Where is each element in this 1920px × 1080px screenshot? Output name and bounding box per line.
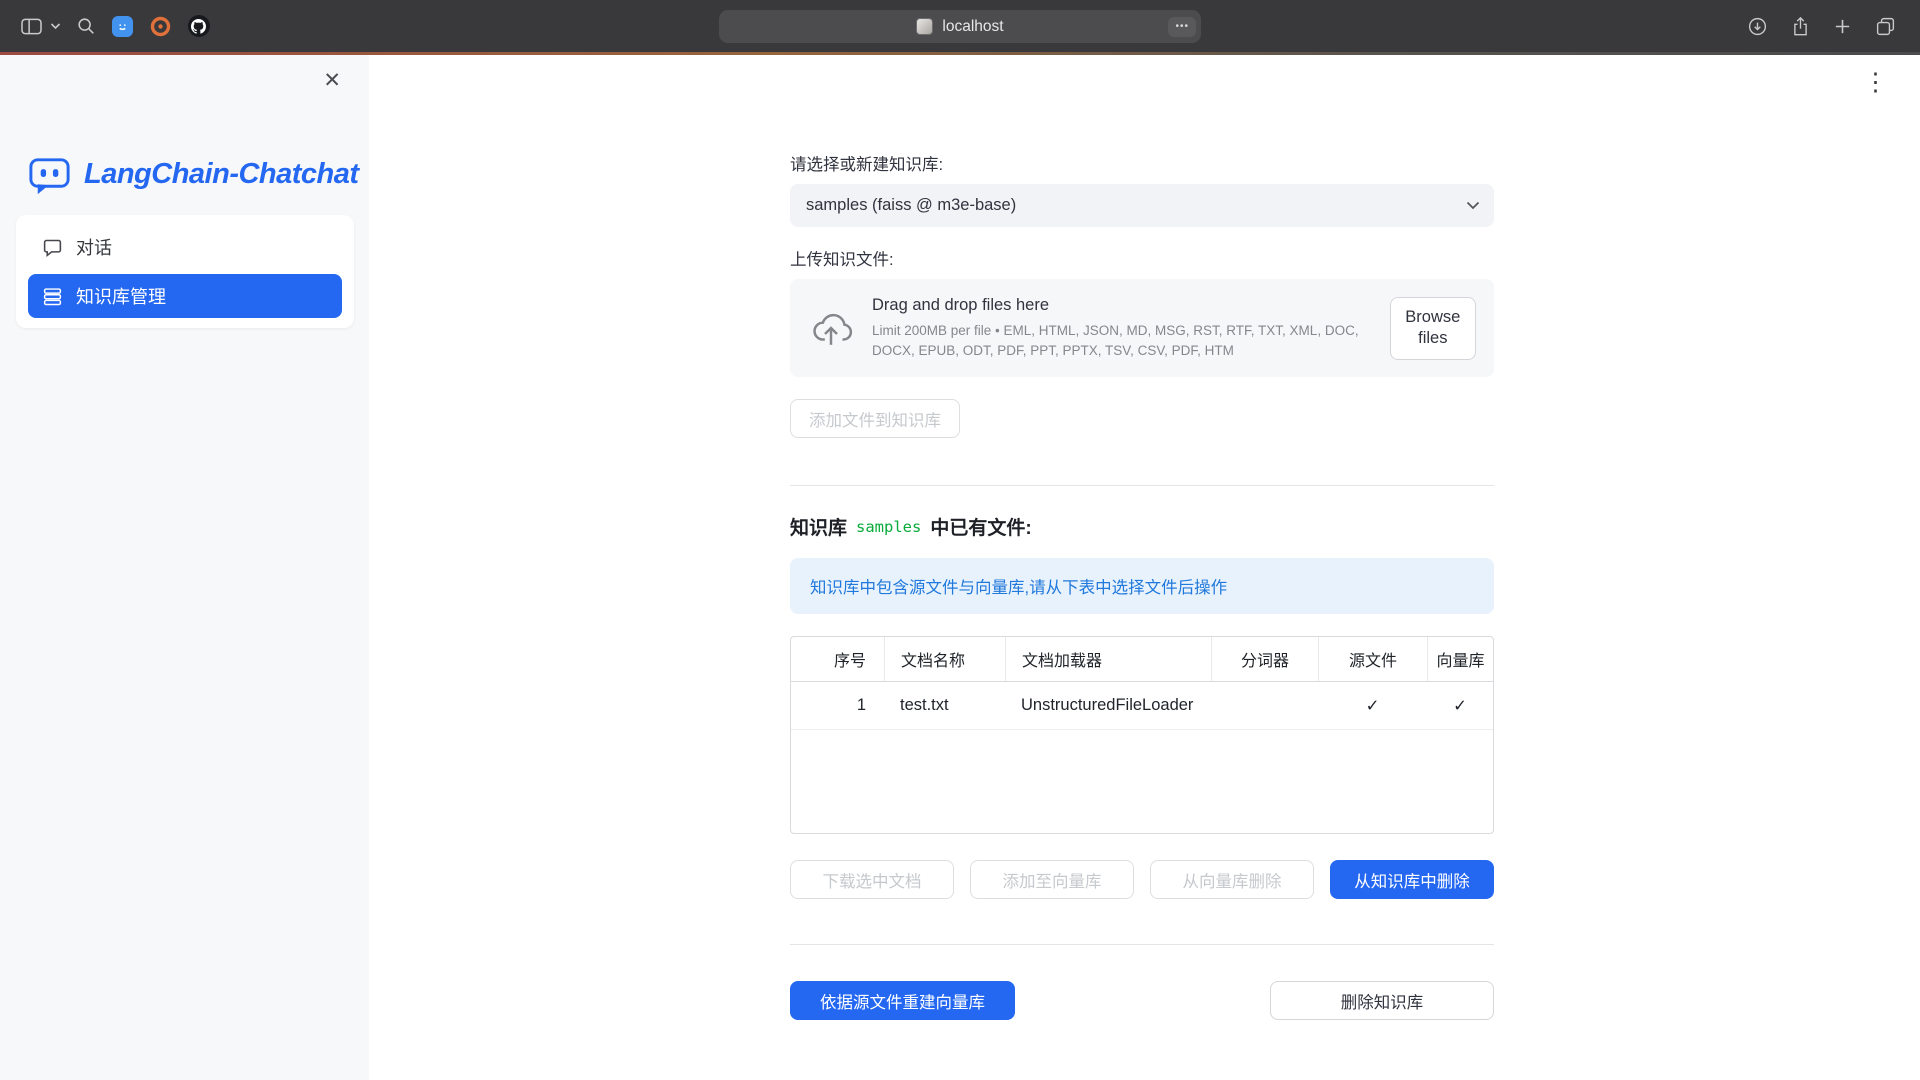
download-selected-button[interactable]: 下载选中文档	[790, 860, 954, 899]
toolbar-left-group	[0, 15, 210, 38]
pinned-tab-orange-icon[interactable]	[149, 15, 172, 38]
main-area: ⋮ 请选择或新建知识库: samples (faiss @ m3e-base) …	[369, 55, 1920, 1080]
info-alert-text: 知识库中包含源文件与向量库,请从下表中选择文件后操作	[810, 579, 1227, 597]
file-uploader-dropzone[interactable]: Drag and drop files here Limit 200MB per…	[790, 279, 1494, 377]
logo-chat-bubble-icon	[26, 151, 73, 198]
browser-toolbar: localhost •••	[0, 0, 1920, 52]
share-button[interactable]	[1791, 16, 1810, 37]
kb-name-code: samples	[856, 518, 921, 536]
cell-index: 1	[791, 682, 884, 729]
table-header: 文档加载器	[1005, 637, 1211, 681]
dropzone-title: Drag and drop files here	[872, 296, 1372, 315]
sidebar-item-dialogue[interactable]: 对话	[28, 225, 342, 269]
search-icon[interactable]	[76, 16, 96, 36]
menu-label: 对话	[76, 234, 112, 260]
chat-icon	[42, 237, 63, 258]
main-menu-kebab-icon[interactable]: ⋮	[1857, 69, 1894, 96]
table-row[interactable]: 1 test.txt UnstructuredFileLoader ✓ ✓	[791, 682, 1493, 730]
app-logo: LangChain-Chatchat	[26, 151, 359, 198]
cell-source-check: ✓	[1318, 682, 1427, 729]
cell-loader: UnstructuredFileLoader	[1005, 682, 1211, 729]
rebuild-vector-button[interactable]: 依据源文件重建向量库	[790, 981, 1015, 1020]
chevron-down-icon	[1466, 201, 1480, 210]
new-tab-button[interactable]	[1833, 17, 1852, 36]
pinned-tab-blue-icon[interactable]	[111, 15, 134, 38]
chevron-down-icon[interactable]	[50, 22, 61, 30]
cloud-upload-icon	[808, 308, 854, 348]
cell-doc-name: test.txt	[884, 682, 1005, 729]
address-url: localhost	[942, 18, 1003, 36]
table-empty-area	[791, 730, 1493, 833]
database-icon	[42, 286, 63, 307]
cell-vector-check: ✓	[1427, 682, 1493, 729]
delete-from-kb-button[interactable]: 从知识库中删除	[1330, 860, 1494, 899]
browse-files-button[interactable]: Browse files	[1390, 297, 1476, 360]
dropzone-limit: Limit 200MB per file • EML, HTML, JSON, …	[872, 321, 1372, 360]
kb-actions-row: 依据源文件重建向量库 删除知识库	[790, 981, 1494, 1020]
delete-from-vector-button[interactable]: 从向量库删除	[1150, 860, 1314, 899]
kb-select-label: 请选择或新建知识库:	[790, 151, 1494, 175]
close-icon[interactable]: ✕	[317, 69, 347, 92]
main-content: 请选择或新建知识库: samples (faiss @ m3e-base) 上传…	[790, 55, 1494, 1020]
kb-select-value: samples (faiss @ m3e-base)	[806, 196, 1016, 215]
files-table: 序号 文档名称 文档加载器 分词器 源文件 向量库 1 test.txt Uns…	[790, 636, 1494, 834]
add-to-vector-button[interactable]: 添加至向量库	[970, 860, 1134, 899]
tab-overview-button[interactable]	[1875, 16, 1896, 37]
add-files-button[interactable]: 添加文件到知识库	[790, 399, 960, 438]
address-bar[interactable]: localhost •••	[719, 10, 1201, 43]
cell-splitter	[1211, 682, 1318, 729]
info-alert: 知识库中包含源文件与向量库,请从下表中选择文件后操作	[790, 558, 1494, 614]
sidebar-item-kb-management[interactable]: 知识库管理	[28, 274, 342, 318]
files-heading-prefix: 知识库	[790, 513, 847, 540]
dropzone-text: Drag and drop files here Limit 200MB per…	[872, 296, 1372, 360]
table-header: 文档名称	[884, 637, 1005, 681]
table-header: 源文件	[1318, 637, 1427, 681]
sidebar: ✕ LangChain-Chatchat 对话	[0, 55, 369, 1080]
table-header-row: 序号 文档名称 文档加载器 分词器 源文件 向量库	[791, 637, 1493, 682]
sidebar-toggle-button[interactable]	[20, 17, 43, 36]
files-heading: 知识库 samples 中已有文件:	[790, 513, 1494, 540]
menu-label: 知识库管理	[76, 283, 166, 309]
toolbar-right-group	[1747, 16, 1920, 37]
table-header: 序号	[791, 637, 884, 681]
sidebar-menu: 对话 知识库管理	[16, 215, 354, 328]
kb-select[interactable]: samples (faiss @ m3e-base)	[790, 184, 1494, 227]
pinned-tab-github-icon[interactable]	[187, 15, 210, 38]
file-actions-row: 下载选中文档 添加至向量库 从向量库删除 从知识库中删除	[790, 860, 1494, 899]
extensions-ellipsis-button[interactable]: •••	[1168, 17, 1196, 37]
files-heading-suffix: 中已有文件:	[930, 513, 1031, 540]
table-header: 分词器	[1211, 637, 1318, 681]
table-header: 向量库	[1427, 637, 1493, 681]
divider	[790, 485, 1494, 486]
upload-label: 上传知识文件:	[790, 246, 1494, 270]
logo-text: LangChain-Chatchat	[84, 158, 359, 191]
delete-kb-button[interactable]: 删除知识库	[1270, 981, 1494, 1020]
divider	[790, 944, 1494, 945]
app-page: ✕ LangChain-Chatchat 对话	[0, 55, 1920, 1080]
site-favicon	[916, 18, 933, 35]
downloads-button[interactable]	[1747, 16, 1768, 37]
